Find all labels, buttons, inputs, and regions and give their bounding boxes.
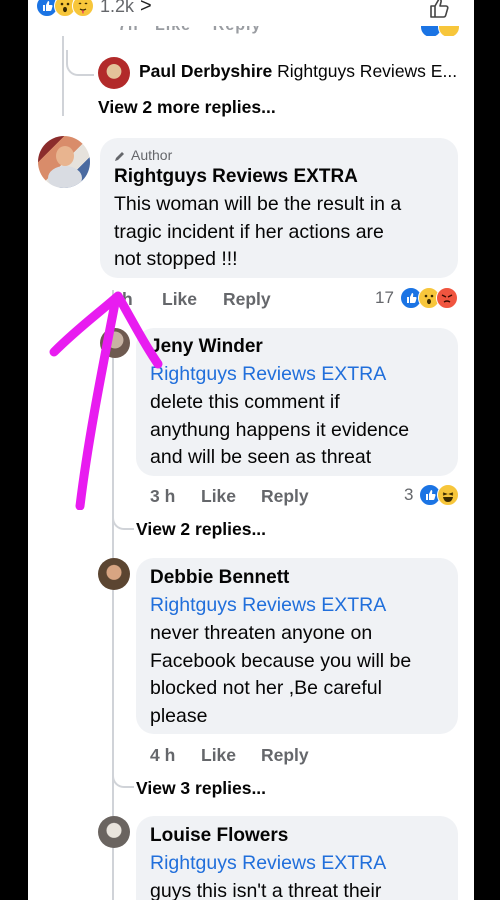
cut-off-row: 7h Like Reply [118,26,298,36]
top-reactions[interactable]: 1.2k > [36,0,152,18]
haha-reaction-icon [437,484,460,506]
comment-line: This woman will be the result in a [114,193,402,215]
author-badge: Author [114,147,172,163]
reaction-count: 17 [375,288,394,307]
avatar[interactable] [38,136,90,188]
reply-button[interactable]: Reply [223,289,271,310]
mention-link[interactable]: Rightguys Reviews EXTRA [150,852,386,875]
comment-line: tragic incident if her actions are [114,220,384,243]
comments-screen: 1.2k > 7h Like Reply Paul Derbyshire Rig… [28,0,474,900]
comment-text: This woman will be the result in a tragi… [114,191,454,274]
mention-link[interactable]: Rightguys Reviews EXTRA [150,594,386,617]
reaction-summary[interactable]: 17 [375,287,458,309]
reply-button[interactable]: Reply [261,486,309,507]
reply-button[interactable]: Reply [261,745,309,766]
annotation-arrow [49,291,163,510]
view-replies-link[interactable]: View 3 replies... [136,778,266,799]
view-replies-link[interactable]: View 2 replies... [136,519,266,540]
comment-text: guys this isn't a threat their [150,878,456,900]
comment-line: guys this isn't a threat their [150,880,382,900]
thumbs-up-outline-icon[interactable] [428,0,452,20]
like-button[interactable]: Like [201,486,236,507]
thread-line [62,36,64,116]
reply-preview: Rightguys Reviews E... [277,61,458,81]
comment-author[interactable]: Paul Derbyshire [139,61,272,81]
comment-author[interactable]: Rightguys Reviews EXTRA [114,166,358,188]
comment-text: never threaten anyone on Facebook becaus… [150,620,456,730]
comment-line: blocked not her ,Be careful [150,677,382,699]
reaction-count: 3 [404,485,414,504]
like-button[interactable]: Like [201,745,236,766]
thread-connector [66,50,94,76]
comment-line: never threaten anyone on [150,622,373,644]
comment-line: not stopped !!! [114,248,238,270]
comment-timestamp: 4 h [150,745,176,765]
pen-icon [114,149,126,161]
comment-bubble[interactable]: Debbie Bennett Rightguys Reviews EXTRA n… [136,558,458,734]
avatar[interactable] [98,816,130,848]
comment-bubble[interactable]: Louise Flowers Rightguys Reviews EXTRA g… [136,816,458,900]
view-more-replies-link[interactable]: View 2 more replies... [98,97,276,118]
chevron-right-icon[interactable]: > [140,0,152,18]
comment-bubble[interactable]: Author Rightguys Reviews EXTRA This woma… [100,138,458,278]
comment-line: please [150,704,208,727]
reaction-summary[interactable]: 3 [404,484,460,506]
cut-off-reactions [420,26,460,36]
avatar[interactable] [98,57,130,89]
collapsed-reply[interactable]: Paul Derbyshire Rightguys Reviews E... [139,61,457,82]
author-badge-label: Author [131,147,173,163]
comment-author[interactable]: Louise Flowers [150,825,288,847]
avatar[interactable] [98,558,130,590]
comment-line: Facebook because you will be [150,649,412,672]
top-reaction-count: 1.2k [100,0,135,16]
comment-author[interactable]: Debbie Bennett [150,567,289,589]
thread-connector [112,760,134,788]
care-reaction-icon [72,0,94,17]
angry-reaction-icon [435,287,458,309]
